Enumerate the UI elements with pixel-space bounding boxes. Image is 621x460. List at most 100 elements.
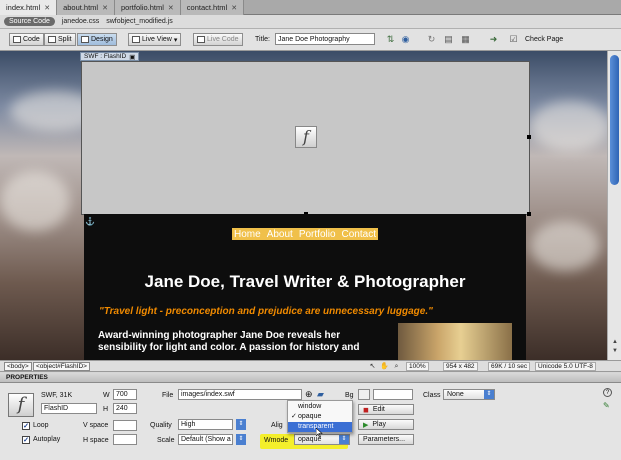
autoplay-checkbox[interactable]: ✓ <box>22 436 30 444</box>
vertical-scrollbar[interactable]: ▲ ▼ <box>607 51 621 360</box>
close-icon[interactable]: ✕ <box>102 4 108 12</box>
view-options-icon[interactable]: ▤ <box>443 34 454 45</box>
pointer-tool-icon[interactable]: ↖ <box>368 362 377 371</box>
portrait-photo <box>398 323 512 360</box>
tab-label: portfolio.html <box>120 3 164 12</box>
related-files-bar: Source Code janedoe.css swfobject_modifi… <box>0 15 621 29</box>
nav-link-home[interactable]: Home <box>234 229 261 240</box>
menu-item-opaque[interactable]: ✓ opaque <box>288 412 352 422</box>
background-cloud <box>530 221 600 271</box>
bg-color-field[interactable] <box>373 389 413 400</box>
flash-icon: f <box>295 126 317 148</box>
quality-select-arrow-icon[interactable]: ⇕ <box>236 419 246 430</box>
file-field[interactable]: images/index.swf <box>178 389 302 400</box>
swf-id-field[interactable]: FlashID <box>41 403 97 414</box>
resize-handle[interactable] <box>527 212 531 216</box>
close-icon[interactable]: ✕ <box>44 4 50 12</box>
source-code-button[interactable]: Source Code <box>4 17 55 26</box>
check-page-button[interactable]: Check Page <box>525 36 563 43</box>
nav-link-about[interactable]: About <box>267 229 293 240</box>
edit-button[interactable]: ◼ Edit <box>358 404 414 415</box>
refresh-icon[interactable]: ↻ <box>426 34 437 45</box>
check-page-icon[interactable]: ☑ <box>508 34 519 45</box>
tag-selector-object[interactable]: <object#FlashID> <box>33 362 90 371</box>
autoplay-label: Autoplay <box>33 436 61 443</box>
close-icon[interactable]: ✕ <box>231 4 237 12</box>
quality-field[interactable]: High <box>178 419 233 430</box>
browse-folder-icon[interactable]: ▰ <box>317 389 324 400</box>
properties-header[interactable]: PROPERTIES <box>0 373 621 383</box>
zoom-select[interactable]: 100% <box>406 362 429 371</box>
anchor-icon: ⚓ <box>85 217 95 226</box>
play-button-label: Play <box>372 421 387 428</box>
class-label: Class <box>423 392 441 399</box>
point-to-file-icon[interactable]: ⊕ <box>305 389 313 400</box>
vspace-field[interactable] <box>113 420 137 431</box>
tab-index-html[interactable]: index.html ✕ <box>0 0 58 15</box>
split-view-icon <box>48 36 56 43</box>
tab-label: about.html <box>63 3 99 12</box>
design-view[interactable]: SWF : FlashID ▣ f Home About Portfolio C… <box>0 51 607 360</box>
nav-link-portfolio[interactable]: Portfolio <box>299 229 336 240</box>
class-select[interactable]: None <box>443 389 495 400</box>
file-management-icon[interactable]: ⇅ <box>385 34 396 45</box>
tab-contact-html[interactable]: contact.html ✕ <box>180 0 245 15</box>
loop-checkbox[interactable]: ✓ <box>22 422 30 430</box>
chevron-down-icon[interactable]: ▾ <box>174 36 178 44</box>
help-icon[interactable]: ? <box>603 388 612 397</box>
bg-color-swatch[interactable] <box>358 389 370 400</box>
vspace-label: V space <box>83 422 109 429</box>
width-field[interactable]: 700 <box>113 389 137 400</box>
close-icon[interactable]: ✕ <box>168 4 174 12</box>
menu-item-window[interactable]: window <box>288 402 352 412</box>
live-code-button[interactable]: Live Code <box>193 33 243 46</box>
resize-handle[interactable] <box>527 135 531 139</box>
tab-about-html[interactable]: about.html ✕ <box>57 0 115 15</box>
scroll-thumb[interactable] <box>610 55 619 185</box>
swf-placeholder[interactable]: f <box>81 61 531 216</box>
play-button[interactable]: ▶ Play <box>358 419 414 430</box>
hspace-field[interactable] <box>113 434 137 445</box>
tag-selector-body[interactable]: <body> <box>4 362 32 371</box>
design-view-button[interactable]: Design <box>77 33 117 46</box>
window-size[interactable]: 954 x 482 <box>443 362 478 371</box>
live-view-button[interactable]: Live View ▾ <box>128 33 182 46</box>
scale-select-arrow-icon[interactable]: ⇕ <box>236 434 246 445</box>
title-input[interactable]: Jane Doe Photography <box>275 33 375 45</box>
zoom-tool-icon[interactable]: ⌕ <box>392 362 401 371</box>
nav-link-contact[interactable]: Contact <box>342 229 376 240</box>
wmode-label: Wmode <box>264 437 289 444</box>
code-view-icon <box>13 36 21 43</box>
live-code-label: Live Code <box>207 36 239 43</box>
preview-browser-icon[interactable]: ◉ <box>400 34 411 45</box>
visual-aids-icon[interactable]: ▦ <box>460 34 471 45</box>
height-field[interactable]: 240 <box>113 403 137 414</box>
hand-tool-icon[interactable]: ✋ <box>380 362 389 371</box>
swf-object-tag[interactable]: SWF : FlashID ▣ <box>80 52 140 61</box>
scale-field[interactable]: Default (Show a <box>178 434 233 445</box>
background-cloud <box>530 101 607 151</box>
site-nav: Home About Portfolio Contact <box>232 228 378 240</box>
quality-label: Quality <box>150 422 172 429</box>
parameters-button[interactable]: Parameters... <box>358 434 414 445</box>
related-file-js[interactable]: swfobject_modified.js <box>106 18 173 25</box>
design-view-icon <box>81 36 89 43</box>
scroll-down-arrow-icon[interactable]: ▼ <box>610 348 620 355</box>
align-label: Alig <box>271 422 283 429</box>
split-view-label: Split <box>58 36 72 43</box>
split-view-button[interactable]: Split <box>44 33 76 46</box>
validate-markup-icon[interactable]: ➜ <box>488 34 499 45</box>
mouse-cursor-icon <box>316 428 323 437</box>
related-file-css[interactable]: janedoe.css <box>62 18 99 25</box>
tab-label: index.html <box>6 3 41 12</box>
scroll-up-arrow-icon[interactable]: ▲ <box>610 339 620 346</box>
site-tagline: "Travel light - preconception and prejud… <box>99 306 433 317</box>
scale-label: Scale <box>157 437 175 444</box>
bg-label: Bg <box>345 392 354 399</box>
hspace-label: H space <box>83 437 109 444</box>
file-label: File <box>162 392 174 399</box>
quick-tag-editor-icon[interactable]: ✎ <box>603 401 612 410</box>
tab-portfolio-html[interactable]: portfolio.html ✕ <box>114 0 181 15</box>
code-view-button[interactable]: Code <box>9 33 44 46</box>
site-heading: Jane Doe, Travel Writer & Photographer <box>144 272 466 291</box>
